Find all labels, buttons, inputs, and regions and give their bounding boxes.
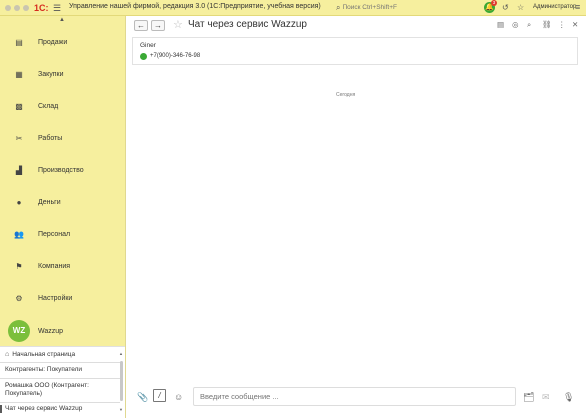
template-icon[interactable]: / bbox=[153, 389, 166, 402]
sidebar-item-label: Производство bbox=[38, 166, 84, 174]
whatsapp-icon bbox=[140, 53, 147, 60]
scroll-up-icon[interactable]: ▲ bbox=[119, 351, 123, 356]
more-icon[interactable]: ⋮ bbox=[558, 20, 566, 29]
close-icon[interactable]: ✕ bbox=[572, 20, 578, 29]
window-minimize-button[interactable] bbox=[14, 5, 20, 11]
microphone-icon[interactable]: 🎙 bbox=[563, 392, 574, 403]
link-icon[interactable]: ⛓ bbox=[542, 20, 552, 29]
sidebar-item-label: Склад bbox=[38, 102, 59, 110]
window-close-button[interactable] bbox=[5, 5, 11, 11]
sidebar-item-label: Персонал bbox=[38, 230, 71, 238]
date-separator: Сегодня bbox=[336, 92, 356, 98]
search-icon: ⌕ bbox=[336, 2, 341, 12]
settings-icon: ⚙ bbox=[15, 293, 23, 303]
globe-icon[interactable]: ◎ bbox=[512, 20, 519, 29]
open-windows-panel: ⌂ Начальная страница Контрагенты: Покупа… bbox=[0, 346, 125, 418]
favorites-icon[interactable]: ☆ bbox=[517, 3, 524, 12]
search-input[interactable] bbox=[342, 4, 463, 11]
company-icon: ⚑ bbox=[15, 261, 23, 271]
home-page-link[interactable]: ⌂ Начальная страница bbox=[0, 351, 120, 359]
money-icon: ● bbox=[16, 197, 22, 207]
search-doc-icon[interactable]: ⌕ bbox=[527, 20, 531, 30]
message-input[interactable] bbox=[194, 388, 494, 405]
contact-card: Giner +7(900)-346-76-98 bbox=[132, 37, 578, 65]
sidebar-item-sales[interactable]: ▤ Продажи bbox=[0, 31, 125, 53]
send-template-icon[interactable]: ✉ bbox=[542, 392, 550, 403]
app-title: Управление нашей фирмой, редакция 3.0 (1… bbox=[69, 3, 321, 10]
window-item-customers[interactable]: Контрагенты: Покупатели bbox=[0, 366, 120, 374]
favorite-star-icon[interactable]: ☆ bbox=[173, 18, 183, 31]
sidebar-item-label: Настройки bbox=[38, 294, 73, 302]
scroll-down-icon[interactable]: ▼ bbox=[119, 407, 123, 412]
personnel-icon: 👥 bbox=[14, 229, 24, 239]
sidebar-item-label: Продажи bbox=[38, 38, 68, 46]
warehouse-icon: ▩ bbox=[15, 101, 23, 111]
message-composer: 📎 / ☺ 🗂 ✉ 🎙 bbox=[132, 384, 582, 410]
search-box[interactable]: ⌕ bbox=[336, 2, 476, 13]
page-title: Чат через сервис Wazzup bbox=[188, 19, 307, 30]
user-menu-icon[interactable]: ≡ bbox=[575, 2, 580, 12]
print-icon[interactable]: ▤ bbox=[497, 20, 504, 29]
title-bar: 1С: ☰ Управление нашей фирмой, редакция … bbox=[0, 0, 586, 16]
contact-phone: +7(900)-346-76-98 bbox=[150, 53, 201, 59]
sidebar-item-warehouse[interactable]: ▩ Склад bbox=[0, 95, 125, 117]
sidebar-item-production[interactable]: ▟ Производство bbox=[0, 159, 125, 181]
attach-icon[interactable]: 📎 bbox=[137, 392, 148, 403]
divider bbox=[0, 402, 120, 403]
sidebar-item-company[interactable]: ⚑ Компания bbox=[0, 255, 125, 277]
wazzup-avatar: WZ bbox=[8, 320, 30, 342]
sidebar-item-purchases[interactable]: ▦ Закупки bbox=[0, 63, 125, 85]
window-item-wazzup-chat[interactable]: Чат через сервис Wazzup bbox=[0, 405, 120, 413]
back-button[interactable]: ← bbox=[134, 20, 148, 31]
forward-button[interactable]: → bbox=[151, 20, 165, 31]
emoji-icon[interactable]: ☺ bbox=[174, 392, 183, 402]
message-input-box[interactable] bbox=[193, 387, 516, 406]
sidebar-item-wazzup[interactable]: WZ Wazzup bbox=[0, 320, 125, 342]
files-icon[interactable]: 🗂 bbox=[523, 392, 534, 403]
home-page-label: Начальная страница bbox=[12, 351, 76, 358]
home-icon: ⌂ bbox=[5, 351, 10, 358]
sales-icon: ▤ bbox=[15, 37, 23, 47]
divider bbox=[0, 378, 120, 379]
main-panel: ← → ☆ Чат через сервис Wazzup ▤ ◎ ⌕ ⛓ ⋮ … bbox=[125, 16, 586, 418]
sidebar-item-label: Компания bbox=[38, 262, 71, 270]
main-menu-icon[interactable]: ☰ bbox=[53, 3, 61, 14]
sidebar-item-label: Работы bbox=[38, 134, 63, 142]
user-name[interactable]: Администратор bbox=[533, 4, 576, 10]
production-icon: ▟ bbox=[15, 165, 23, 175]
sidebar-scroll-up-icon[interactable]: ▲ bbox=[59, 17, 65, 23]
history-icon[interactable]: ↺ bbox=[502, 3, 509, 12]
sidebar-item-works[interactable]: ✂ Работы bbox=[0, 127, 125, 149]
sidebar-item-money[interactable]: ● Деньги bbox=[0, 191, 125, 213]
divider bbox=[0, 362, 120, 363]
logo-1c: 1С: bbox=[34, 3, 49, 13]
window-item-romashka[interactable]: Ромашка ООО (Контрагент: Покупатель) bbox=[0, 382, 120, 398]
sidebar-item-label: Деньги bbox=[38, 198, 61, 206]
windows-scrollbar[interactable]: ▲ ▼ bbox=[119, 351, 124, 413]
scrollbar-thumb[interactable] bbox=[120, 361, 123, 401]
works-icon: ✂ bbox=[15, 133, 23, 143]
sidebar: ▲ ▤ Продажи ▦ Закупки ▩ Склад ✂ Работы ▟… bbox=[0, 16, 125, 346]
window-zoom-button[interactable] bbox=[23, 5, 29, 11]
purchases-icon: ▦ bbox=[15, 69, 23, 79]
contact-name: Giner bbox=[140, 42, 156, 49]
notifications-badge: 3 bbox=[491, 0, 497, 6]
sidebar-item-settings[interactable]: ⚙ Настройки bbox=[0, 287, 125, 309]
sidebar-item-personnel[interactable]: 👥 Персонал bbox=[0, 223, 125, 245]
sidebar-item-label: Wazzup bbox=[38, 327, 64, 335]
sidebar-item-label: Закупки bbox=[38, 70, 64, 78]
